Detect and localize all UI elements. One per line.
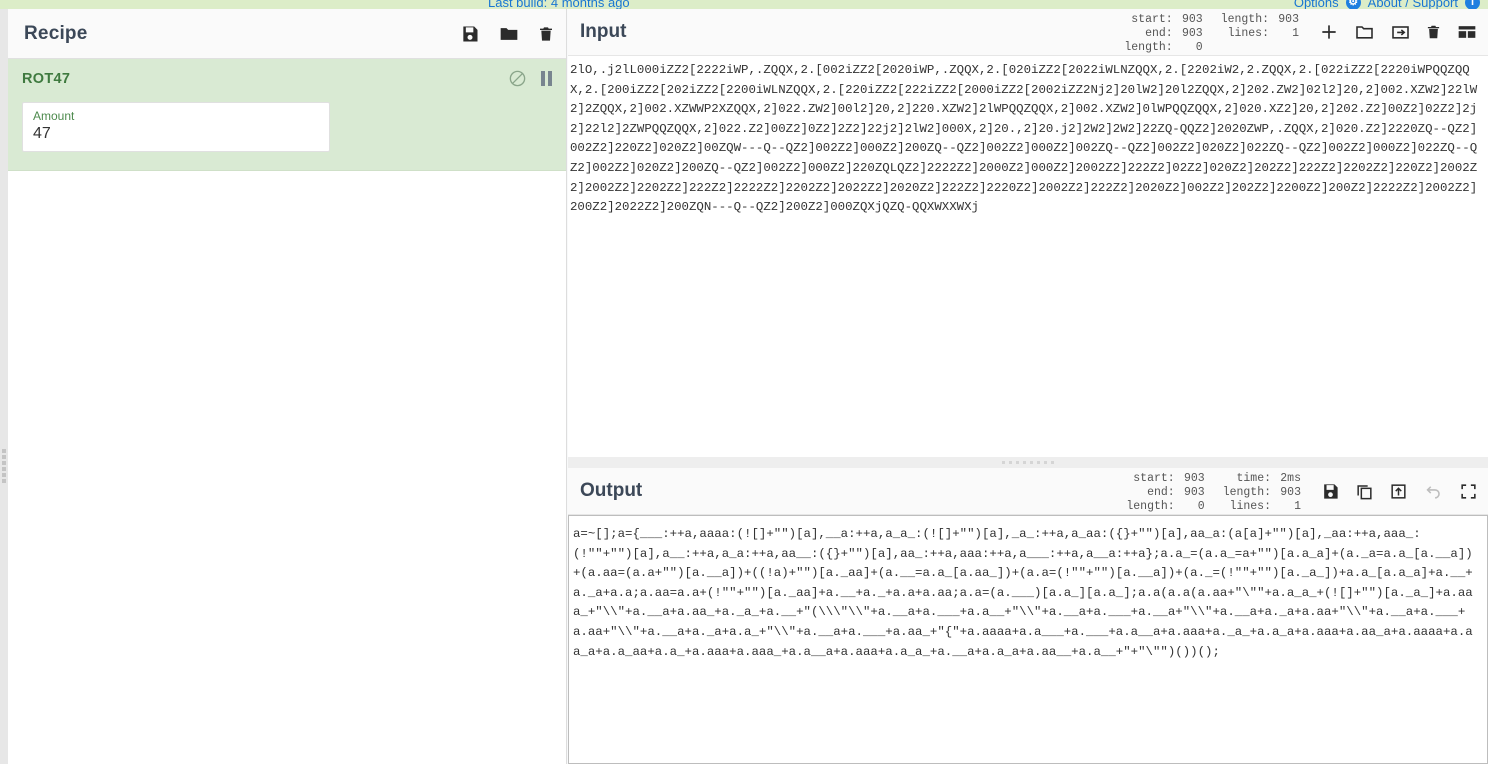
output-text: a=~[];a={___:++a,aaaa:(![]+"")[a],__a:++… xyxy=(573,527,1473,659)
copy-output-icon[interactable] xyxy=(1355,482,1374,501)
output-header: Output start: 903 end: 903 length: 0 time: 2… xyxy=(568,468,1488,515)
recipe-operation[interactable]: ROT47 Amount xyxy=(8,59,566,171)
pause-icon[interactable] xyxy=(541,71,552,86)
about-support-label[interactable]: About / Support xyxy=(1368,0,1458,9)
splitter-grip xyxy=(2,449,6,483)
input-length-label: length: xyxy=(1124,40,1173,54)
maximise-icon[interactable] xyxy=(1459,482,1478,501)
folder-open-icon[interactable] xyxy=(1354,22,1375,42)
input-start-value: 903 xyxy=(1181,12,1203,26)
options-label[interactable]: Options xyxy=(1294,0,1339,9)
output-pane: Output start: 903 end: 903 length: 0 time: 2… xyxy=(568,468,1488,764)
input-title: Input xyxy=(580,21,627,42)
output-totallength-label: length: xyxy=(1222,485,1271,499)
reset-pane-layout-icon[interactable] xyxy=(1456,22,1478,42)
output-meta: start: 903 end: 903 length: 0 time: 2ms leng… xyxy=(1126,470,1301,513)
left-splitter[interactable] xyxy=(0,9,8,764)
undo-icon[interactable] xyxy=(1423,482,1444,501)
add-tab-icon[interactable] xyxy=(1319,22,1339,42)
input-toolbar xyxy=(1319,22,1478,42)
argument-label: Amount xyxy=(33,109,75,123)
save-icon[interactable] xyxy=(460,24,480,44)
output-length-value: 0 xyxy=(1197,499,1205,513)
replace-input-icon[interactable] xyxy=(1389,482,1408,501)
recipe-title-bar: Recipe xyxy=(8,9,566,59)
operation-title: ROT47 xyxy=(22,70,71,87)
disable-icon[interactable] xyxy=(508,69,527,88)
input-start-label: start: xyxy=(1131,12,1173,26)
output-length-label: length: xyxy=(1126,499,1175,513)
trash-icon[interactable] xyxy=(538,24,554,44)
output-textarea[interactable]: a=~[];a={___:++a,aaaa:(![]+"")[a],__a:++… xyxy=(568,515,1488,764)
input-lines-label: lines: xyxy=(1227,26,1269,40)
input-lines-value: 1 xyxy=(1292,26,1299,40)
output-start-label: start: xyxy=(1133,471,1175,485)
cyberchef-app: Last build: 4 months ago Options ⚙ About… xyxy=(0,0,1488,764)
output-time-value: 2ms xyxy=(1280,471,1301,485)
input-totallength-label: length: xyxy=(1220,12,1269,26)
input-header: Input start: 903 end: 903 length: 0 length:… xyxy=(568,9,1488,56)
folder-icon[interactable] xyxy=(498,24,520,44)
input-totallength-value: 903 xyxy=(1278,12,1299,26)
input-end-label: end: xyxy=(1145,26,1173,40)
recipe-pane: Recipe ROT47 Amount 47 xyxy=(8,9,567,764)
input-meta: start: 903 end: 903 length: 0 length: 903 li… xyxy=(1124,11,1299,54)
output-toolbar xyxy=(1321,482,1478,501)
info-icon[interactable]: i xyxy=(1465,0,1480,9)
io-area: Input start: 903 end: 903 length: 0 length:… xyxy=(568,9,1488,764)
save-output-icon[interactable] xyxy=(1321,482,1340,501)
output-time-label: time: xyxy=(1236,471,1271,485)
output-end-value: 903 xyxy=(1183,485,1205,499)
input-length-value: 0 xyxy=(1195,40,1203,54)
output-lines-label: lines: xyxy=(1229,499,1271,513)
input-pane: Input start: 903 end: 903 length: 0 length:… xyxy=(568,9,1488,457)
top-banner: Last build: 4 months ago Options ⚙ About… xyxy=(0,0,1488,9)
output-lines-value: 1 xyxy=(1294,499,1301,513)
output-title: Output xyxy=(580,480,643,501)
io-splitter[interactable] xyxy=(568,457,1488,468)
open-folder-as-input-icon[interactable] xyxy=(1390,22,1411,42)
amount-input[interactable] xyxy=(33,124,319,144)
last-build-text: Last build: 4 months ago xyxy=(488,0,630,9)
operation-argument[interactable]: Amount xyxy=(22,102,330,152)
input-end-value: 903 xyxy=(1181,26,1203,40)
clear-io-icon[interactable] xyxy=(1426,22,1441,42)
recipe-title: Recipe xyxy=(24,22,88,44)
output-end-label: end: xyxy=(1147,485,1175,499)
io-splitter-grip xyxy=(1002,461,1054,464)
input-textarea[interactable]: 2lO,.j2lL000iZZ2[2222iWP,.ZQQX,2.[002iZZ… xyxy=(568,56,1488,457)
gear-icon[interactable]: ⚙ xyxy=(1345,0,1361,9)
output-totallength-value: 903 xyxy=(1280,485,1301,499)
output-start-value: 903 xyxy=(1183,471,1205,485)
recipe-operation-list[interactable]: ROT47 Amount xyxy=(8,59,566,764)
